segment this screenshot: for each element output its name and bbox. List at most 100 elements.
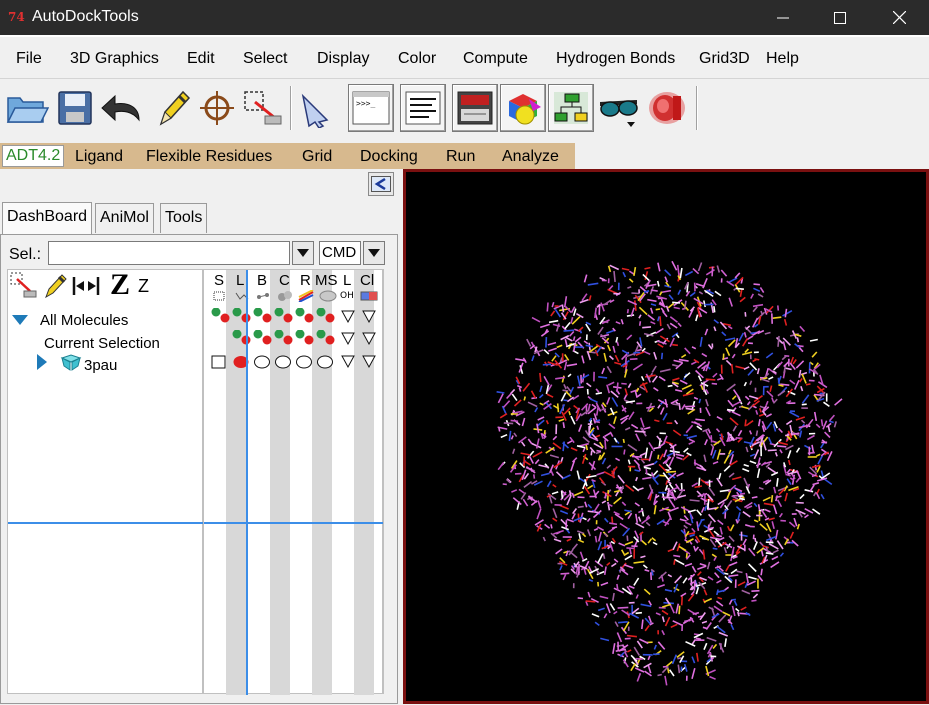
pick-selection-icon[interactable] [10, 272, 38, 300]
triangle-down-icon [368, 248, 380, 258]
col-header-r: R [300, 272, 311, 289]
pencil-button[interactable] [150, 84, 196, 132]
python-shell-icon: >>>_ [351, 89, 391, 127]
menu-grid3d[interactable]: Grid3D [699, 50, 750, 68]
minimize-icon [777, 12, 789, 24]
divider-line [204, 522, 384, 524]
pointer-hand-icon [297, 88, 341, 128]
ribbon-icon [298, 290, 314, 302]
adt-menu-analyze[interactable]: Analyze [502, 148, 559, 166]
tab-animol[interactable]: AniMol [95, 203, 154, 233]
hierarchy-icon [551, 89, 591, 127]
divider-vertical-line [246, 270, 248, 695]
tab-tools[interactable]: Tools [160, 203, 207, 233]
close-button[interactable] [876, 0, 922, 35]
col-header-b: B [257, 272, 267, 289]
menu-edit[interactable]: Edit [187, 50, 215, 68]
pencil-icon [153, 88, 193, 128]
dashboard-panel: DashBoard AniMol Tools Sel.: CMD [0, 169, 400, 704]
col-header-s: S [214, 272, 224, 289]
row-3pau-toggles[interactable] [210, 354, 385, 370]
menu-3d-graphics[interactable]: 3D Graphics [70, 50, 159, 68]
undo-button[interactable] [98, 84, 144, 132]
ball-stick-icon [256, 291, 270, 301]
triangle-down-icon [297, 248, 309, 258]
open-button[interactable] [4, 84, 50, 132]
menu-hydrogen-bonds[interactable]: Hydrogen Bonds [556, 50, 675, 68]
molecule-icon [60, 354, 82, 372]
tree-all-molecules[interactable]: All Molecules [40, 312, 128, 329]
cmd-field[interactable]: CMD [319, 241, 361, 265]
text-lines-button[interactable] [400, 84, 446, 132]
adt-menu-flexible-residues[interactable]: Flexible Residues [146, 148, 272, 166]
maximize-button[interactable] [817, 0, 863, 35]
surface-button[interactable] [644, 84, 690, 132]
selection-input[interactable] [48, 241, 290, 265]
tab-dashboard[interactable]: DashBoard [2, 202, 92, 234]
toolbar-separator [696, 86, 698, 130]
menu-file[interactable]: File [16, 50, 42, 68]
dashboard-window-icon [455, 89, 495, 127]
undo-icon [99, 88, 143, 128]
app-icon: 74 [8, 10, 26, 26]
minimize-button[interactable] [760, 0, 806, 35]
title-bar: 74 AutoDockTools [0, 0, 929, 35]
collapse-panel-button[interactable] [368, 172, 394, 196]
molecule-viewer[interactable] [403, 169, 929, 704]
adt-version-tab[interactable]: ADT4.2 [2, 145, 64, 167]
save-icon [55, 88, 95, 128]
menu-help[interactable]: Help [766, 50, 799, 68]
adt-menu-grid[interactable]: Grid [302, 148, 332, 166]
stereo-glasses-button[interactable] [596, 84, 642, 132]
selection-dropdown[interactable] [292, 241, 314, 265]
menu-color[interactable]: Color [398, 50, 436, 68]
row-all-molecules-toggles[interactable] [210, 308, 340, 328]
display-columns: S L B C R MS L Cl OH [203, 269, 383, 694]
save-button[interactable] [52, 84, 98, 132]
cmd-dropdown[interactable] [363, 241, 385, 265]
expand-right-icon[interactable] [36, 353, 48, 371]
zoom-z-large[interactable]: Z [110, 268, 130, 302]
col-header-ms: MS [315, 272, 338, 289]
divider-line [8, 522, 204, 524]
menu-compute[interactable]: Compute [463, 50, 528, 68]
crosshair-button[interactable] [194, 84, 240, 132]
adt-menu-ligand[interactable]: Ligand [75, 148, 123, 166]
tree-molecule-3pau[interactable]: 3pau [84, 357, 117, 374]
toolbar-separator [290, 86, 292, 130]
pointer-button[interactable] [296, 84, 342, 132]
menu-display[interactable]: Display [317, 50, 369, 68]
molecule-rendering [406, 172, 926, 701]
col-header-l: L [236, 272, 244, 289]
cpk-icon [277, 290, 293, 302]
adt-menu-bar: ADT4.2 Ligand Flexible Residues Grid Doc… [0, 143, 575, 169]
dashboard-window-button[interactable] [452, 84, 498, 132]
vertical-scrollbar[interactable] [383, 269, 395, 694]
pick-selection-button[interactable] [240, 84, 286, 132]
molecular-surface-icon [319, 290, 337, 302]
menu-select[interactable]: Select [243, 50, 287, 68]
red-surface-icon [645, 88, 689, 128]
open-folder-icon [5, 88, 49, 128]
color-cube-icon [503, 89, 543, 127]
adt-menu-docking[interactable]: Docking [360, 148, 418, 166]
python-shell-button[interactable]: >>>_ [348, 84, 394, 132]
col-header-c: C [279, 272, 290, 289]
stereo-glasses-icon [597, 88, 641, 128]
color-cube-button[interactable] [500, 84, 546, 132]
adt-menu-run[interactable]: Run [446, 148, 475, 166]
selection-label: Sel.: [9, 246, 41, 264]
pick-selection-icon [241, 88, 285, 128]
measure-distance-icon[interactable] [72, 275, 100, 297]
dotted-square-icon [213, 291, 225, 301]
chevron-left-icon [371, 176, 391, 192]
row-all-triangles[interactable] [341, 310, 381, 324]
dashboard-body: Sel.: CMD [0, 234, 398, 704]
row-current-triangles[interactable] [341, 332, 381, 346]
text-lines-icon [403, 89, 443, 127]
expand-down-icon[interactable] [11, 314, 29, 326]
tree-current-selection[interactable]: Current Selection [44, 335, 160, 352]
hierarchy-button[interactable] [548, 84, 594, 132]
zoom-z-small[interactable]: Z [138, 276, 149, 297]
pencil-icon[interactable] [42, 271, 70, 299]
